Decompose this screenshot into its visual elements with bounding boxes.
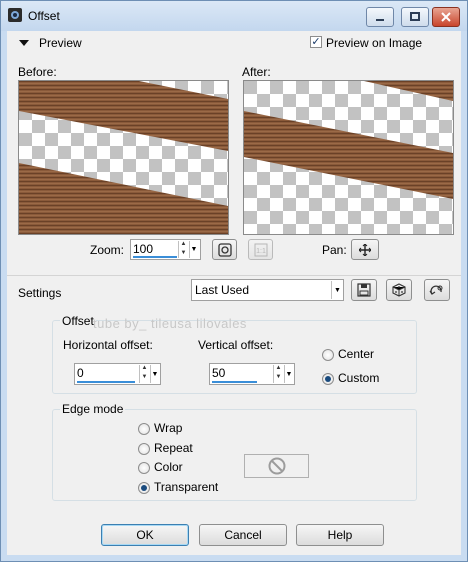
collapse-triangle-icon[interactable] [19,40,29,48]
vertical-offset-label: Vertical offset: [198,338,274,352]
horizontal-offset-dropdown-arrow[interactable]: ▼ [150,365,159,383]
preview-on-image-checkbox[interactable]: ✓ [310,36,322,48]
save-icon [357,283,371,297]
after-preview-image [244,81,453,234]
edge-color-swatch[interactable] [244,454,309,478]
after-label: After: [242,65,271,79]
before-label: Before: [18,65,57,79]
minimize-button[interactable] [366,7,394,27]
zoom-slider-bar[interactable] [133,256,177,258]
center-label: Center [338,347,375,361]
zoom-fit-icon [217,242,232,257]
watermark-text: tube by_ tileusa lilovales [93,316,247,331]
preview-on-image-label: Preview on Image [326,36,423,50]
horizontal-offset-field[interactable]: ▲▼ ▼ [74,363,161,385]
custom-radio[interactable] [322,373,334,385]
pan-move-icon [359,243,371,256]
title-bar[interactable]: Offset [1,1,467,31]
before-preview[interactable] [18,80,229,235]
zoom-fit-button[interactable] [212,239,237,260]
color-label: Color [154,460,183,474]
reset-button[interactable] [424,279,450,301]
svg-text:1:1: 1:1 [256,248,266,255]
wrap-radio[interactable] [138,423,150,435]
minimize-icon [376,19,384,21]
zoom-spinner[interactable]: ▲ ▼ [178,241,188,258]
vertical-offset-dropdown-arrow[interactable]: ▼ [284,365,293,383]
before-preview-image [19,81,228,234]
app-icon [8,8,22,22]
pan-label: Pan: [322,243,347,257]
maximize-button[interactable] [401,7,429,27]
horizontal-offset-spinner[interactable]: ▲ ▼ [139,365,149,383]
reset-icon [429,285,443,295]
maximize-icon [410,12,420,21]
settings-label: Settings [18,286,62,300]
repeat-radio[interactable] [138,443,150,455]
pan-button[interactable] [351,239,379,260]
close-button[interactable] [432,7,460,27]
actual-size-icon: 1:1 [254,243,267,256]
window-title: Offset [28,9,60,23]
save-preset-button[interactable] [351,279,377,301]
preview-header: Preview [39,36,82,50]
after-preview[interactable] [243,80,454,235]
zoom-actual-size-button[interactable]: 1:1 [248,239,273,260]
custom-label: Custom [338,371,380,385]
horizontal-offset-bar[interactable] [77,381,135,383]
zoom-dropdown-arrow[interactable]: ▼ [189,241,198,258]
preset-dropdown-arrow[interactable]: ▼ [331,281,343,299]
zoom-field[interactable]: ▲▼ ▼ [130,239,201,260]
vertical-offset-input[interactable] [212,366,262,380]
zoom-input[interactable] [133,242,173,256]
preset-select[interactable]: Last Used ▼ [191,279,344,301]
vertical-offset-spinner[interactable]: ▲ ▼ [273,365,283,383]
wrap-label: Wrap [154,421,183,435]
color-radio[interactable] [138,462,150,474]
dice-icon [392,283,406,297]
edge-mode-group [52,409,417,501]
center-radio[interactable] [322,349,334,361]
ok-button[interactable]: OK [101,524,189,546]
horizontal-offset-input[interactable] [77,366,127,380]
zoom-label: Zoom: [90,243,125,257]
cancel-button[interactable]: Cancel [199,524,287,546]
horizontal-offset-label: Horizontal offset: [63,338,153,352]
repeat-label: Repeat [154,441,193,455]
preset-value: Last Used [195,283,250,297]
dialog-body: Preview ✓ Preview on Image Before: After… [7,31,461,555]
edge-mode-group-label: Edge mode [60,402,126,416]
transparent-label: Transparent [154,480,219,494]
transparent-radio[interactable] [138,482,150,494]
offset-group-label: Offset [60,314,96,328]
section-divider [7,275,461,276]
no-color-icon [268,457,285,475]
randomize-button[interactable] [386,279,412,301]
offset-dialog: Offset Preview ✓ Preview on Image Before… [0,0,468,562]
vertical-offset-bar[interactable] [212,381,257,383]
vertical-offset-field[interactable]: ▲▼ ▼ [209,363,295,385]
help-button[interactable]: Help [296,524,384,546]
close-icon [441,12,451,22]
